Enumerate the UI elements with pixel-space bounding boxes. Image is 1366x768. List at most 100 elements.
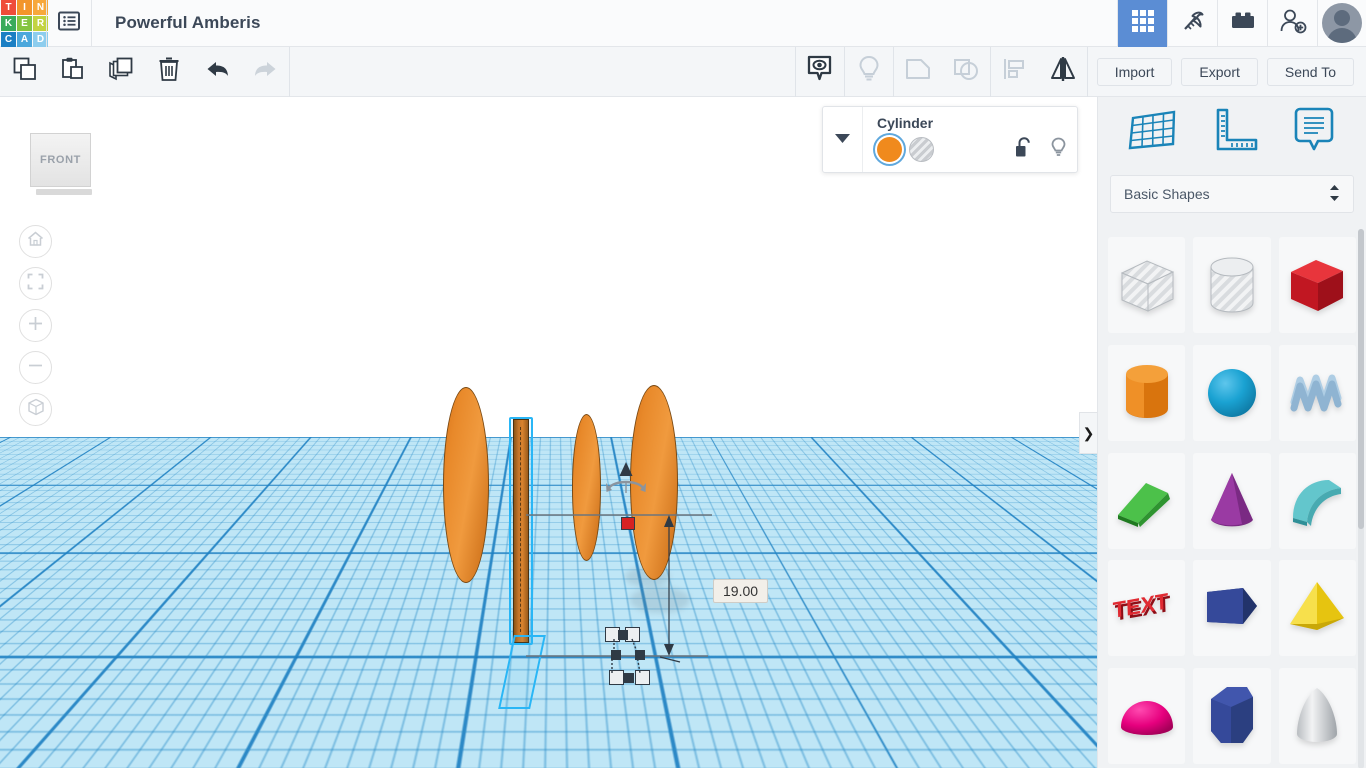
snap-grid-value-text: 1.0 mm (1015, 738, 1060, 753)
shape-wedge[interactable] (1108, 452, 1186, 549)
edit-grid-button[interactable]: Edit Grid (993, 699, 1072, 724)
avatar (1322, 3, 1362, 43)
logo-tile: K (1, 16, 16, 31)
shape-hex-prism[interactable] (1193, 668, 1271, 765)
view-cube[interactable]: FRONT (30, 133, 94, 195)
inspector-collapse-button[interactable] (823, 107, 863, 172)
hole-swatch[interactable] (909, 137, 934, 162)
account-menu-button[interactable] (1317, 0, 1366, 47)
object-shadow (440, 592, 500, 618)
copy-button[interactable] (1, 47, 49, 97)
shapes-panel-scrollbar[interactable] (1358, 229, 1364, 768)
bricks-button[interactable] (1217, 0, 1267, 47)
select-stepper-icon (1329, 184, 1340, 205)
inspector-shape-name: Cylinder (877, 115, 934, 131)
lightbulb-icon[interactable] (1050, 137, 1067, 163)
home-view-button[interactable] (19, 225, 52, 258)
grid-gallery-icon (1130, 8, 1156, 39)
menu-button[interactable] (46, 0, 92, 47)
shape-scribble[interactable] (1278, 344, 1356, 441)
import-button[interactable]: Import (1096, 57, 1173, 86)
height-handle[interactable] (621, 517, 635, 530)
send-to-button[interactable]: Send To (1266, 57, 1354, 86)
inspector-actions (1015, 137, 1067, 163)
shape-cylinder-hole[interactable] (1193, 237, 1271, 333)
solid-color-swatch[interactable] (877, 137, 902, 162)
snap-grid-select[interactable]: 1.0 mm ▲ (1005, 734, 1085, 757)
note-icon[interactable] (1291, 107, 1337, 158)
delete-button[interactable] (145, 47, 193, 97)
duplicate-icon (108, 56, 135, 87)
shape-polygon-house[interactable] (1193, 560, 1271, 657)
shape-cylinder[interactable] (1108, 344, 1186, 441)
dimension-value-label[interactable]: 19.00 (713, 579, 769, 603)
scrollbar-thumb[interactable] (1358, 229, 1364, 529)
shape-roof[interactable] (1278, 452, 1356, 549)
workplane-icon[interactable] (1127, 107, 1179, 158)
chevron-right-icon: ❯ (1082, 424, 1095, 441)
app-header: T I N K E R C A D Powerful Amberis (0, 0, 1366, 47)
header-actions (1117, 0, 1366, 47)
logo-tile: E (17, 16, 32, 31)
mirror-icon (1048, 56, 1078, 87)
snap-grid-control: Snap Grid 1.0 mm ▲ (941, 734, 1085, 757)
logo-tile: I (17, 0, 32, 15)
fit-frame-icon (27, 273, 44, 295)
shape-category-select[interactable]: Basic Shapes (1110, 175, 1354, 213)
hamburger-list-icon (58, 11, 80, 36)
undo-button[interactable] (193, 47, 241, 97)
duplicate-button[interactable] (97, 47, 145, 97)
toolbar-divider (289, 46, 290, 97)
shapes-panel: Basic Shapes TEXT TEXT (1097, 97, 1366, 768)
snap-grid-label: Snap Grid (941, 738, 1000, 753)
gallery-button[interactable] (1117, 0, 1167, 47)
shape-text[interactable]: TEXT TEXT (1108, 560, 1186, 657)
shape-half-sphere[interactable] (1108, 668, 1186, 765)
zoom-out-button[interactable] (19, 351, 52, 384)
group-button[interactable] (894, 47, 942, 97)
align-icon (1002, 57, 1028, 86)
perspective-toggle-button[interactable] (19, 393, 52, 426)
main-toolbar: Import Export Send To (0, 46, 1366, 97)
view-cube-front-face[interactable]: FRONT (30, 133, 91, 187)
shape-inspector-popup: Cylinder (822, 106, 1078, 173)
fit-to-view-button[interactable] (19, 267, 52, 300)
shape-category-value: Basic Shapes (1124, 186, 1210, 202)
svg-text:TEXT: TEXT (1112, 588, 1169, 623)
minus-icon (27, 357, 44, 379)
disc-object-left[interactable] (443, 387, 489, 583)
zoom-in-button[interactable] (19, 309, 52, 342)
paste-button[interactable] (49, 47, 97, 97)
inspector-body: Cylinder (863, 107, 1077, 172)
ungroup-button[interactable] (942, 47, 990, 97)
shape-paraboloid[interactable] (1278, 668, 1356, 765)
unlock-icon[interactable] (1015, 137, 1032, 163)
shape-box[interactable] (1278, 237, 1356, 333)
rotate-handle[interactable] (605, 461, 647, 495)
trash-icon (157, 56, 181, 87)
shape-cone[interactable] (1193, 452, 1271, 549)
invite-button[interactable] (1267, 0, 1317, 47)
show-all-button[interactable] (796, 47, 844, 97)
hide-button[interactable] (845, 47, 893, 97)
shape-box-hole[interactable] (1108, 237, 1186, 333)
right-panel-collapse-tab[interactable]: ❯ (1079, 412, 1097, 454)
codeblocks-button[interactable] (1167, 0, 1217, 47)
redo-button[interactable] (241, 47, 289, 97)
caret-up-icon: ▲ (1066, 740, 1075, 751)
undo-icon (204, 58, 231, 85)
tinkercad-logo[interactable]: T I N K E R C A D (0, 0, 48, 47)
design-viewport[interactable]: FRONT 19.00 Edit Grid Snap Grid 1.0 mm ▲ (0, 97, 1097, 768)
plus-icon (27, 315, 44, 337)
logo-tile: A (17, 32, 32, 47)
align-button[interactable] (991, 47, 1039, 97)
ruler-icon[interactable] (1210, 107, 1260, 158)
shape-sphere[interactable] (1193, 344, 1271, 441)
export-button[interactable]: Export (1181, 57, 1258, 86)
copy-icon (12, 56, 38, 87)
mirror-button[interactable] (1039, 47, 1087, 97)
shape-pyramid[interactable] (1278, 560, 1356, 657)
chevron-down-icon (834, 131, 851, 149)
logo-tile: T (1, 0, 16, 15)
home-icon (27, 231, 44, 252)
